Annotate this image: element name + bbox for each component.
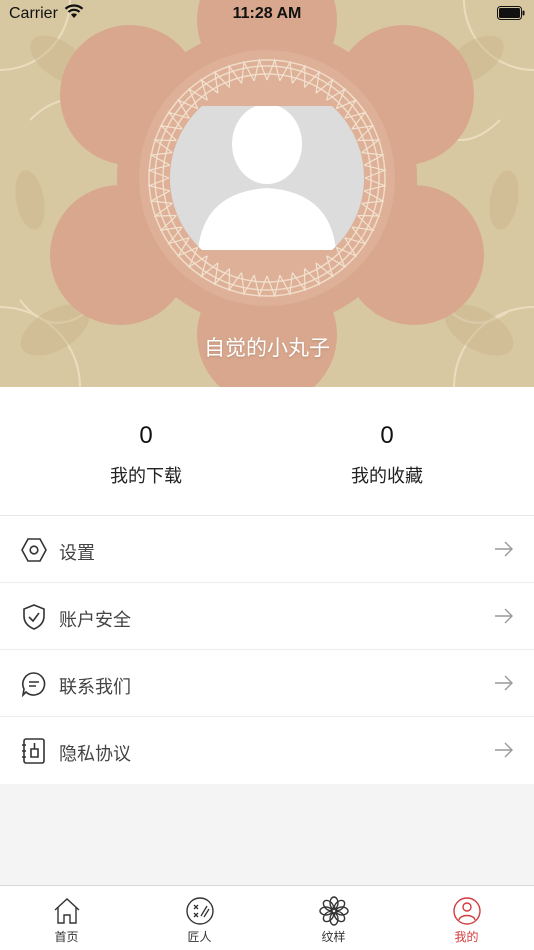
user-icon bbox=[452, 897, 481, 925]
arrow-right-icon bbox=[495, 608, 513, 624]
menu-item-account-security[interactable]: 账户安全 bbox=[0, 583, 534, 650]
document-icon bbox=[22, 738, 45, 764]
settings-menu: 设置 账户安全 联系我们 隐私协议 bbox=[0, 516, 534, 784]
favorites-count: 0 bbox=[380, 422, 394, 449]
arrow-right-icon bbox=[495, 742, 513, 758]
downloads-label: 我的下载 bbox=[110, 466, 182, 487]
tab-craftsman[interactable]: 匠人 bbox=[133, 886, 266, 950]
favorites-stat[interactable]: 0 我的收藏 bbox=[307, 422, 467, 488]
menu-item-contact-us[interactable]: 联系我们 bbox=[0, 650, 534, 717]
arrow-right-icon bbox=[495, 675, 513, 691]
menu-item-privacy[interactable]: 隐私协议 bbox=[0, 717, 534, 784]
profile-header: Carrier 11:28 AM 自觉的小丸子 bbox=[0, 0, 534, 387]
menu-label: 隐私协议 bbox=[59, 744, 131, 765]
tab-label: 匠人 bbox=[187, 930, 212, 944]
avatar[interactable] bbox=[170, 106, 364, 250]
craftsman-icon bbox=[185, 897, 214, 925]
clock: 11:28 AM bbox=[232, 5, 302, 22]
tab-pattern[interactable]: 纹样 bbox=[267, 886, 400, 950]
username: 自觉的小丸子 bbox=[204, 336, 330, 360]
chat-bubble-icon bbox=[21, 672, 46, 698]
tab-label: 我的 bbox=[454, 930, 479, 944]
shield-check-icon bbox=[23, 604, 45, 630]
status-bar: Carrier 11:28 AM bbox=[0, 0, 534, 28]
favorites-label: 我的收藏 bbox=[351, 466, 423, 487]
stats-panel: 0 我的下载 0 我的收藏 bbox=[0, 387, 534, 516]
tab-label: 首页 bbox=[54, 930, 79, 944]
tab-mine[interactable]: 我的 bbox=[400, 886, 533, 950]
menu-label: 账户安全 bbox=[59, 610, 131, 631]
tab-home[interactable]: 首页 bbox=[0, 886, 133, 950]
hexagon-settings-icon bbox=[21, 538, 47, 562]
menu-item-settings[interactable]: 设置 bbox=[0, 516, 534, 583]
menu-label: 联系我们 bbox=[59, 677, 131, 698]
home-icon bbox=[54, 898, 79, 924]
tab-bar: 首页 匠人 纹样 我的 bbox=[0, 885, 534, 950]
menu-label: 设置 bbox=[59, 543, 95, 564]
arrow-right-icon bbox=[495, 541, 513, 557]
downloads-stat[interactable]: 0 我的下载 bbox=[66, 422, 226, 488]
flower-pattern-icon bbox=[318, 896, 349, 926]
battery-icon bbox=[497, 6, 525, 20]
tab-label: 纹样 bbox=[321, 930, 346, 944]
downloads-count: 0 bbox=[139, 422, 153, 449]
